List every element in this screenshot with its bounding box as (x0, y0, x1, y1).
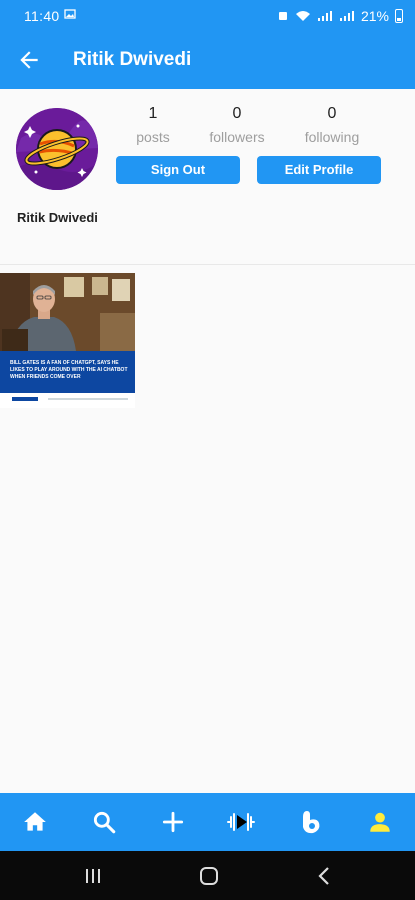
edit-profile-button[interactable]: Edit Profile (257, 156, 381, 184)
stat-followers[interactable]: 0 followers (192, 103, 282, 145)
nav-search[interactable] (89, 807, 119, 837)
alarm-icon (278, 12, 287, 20)
system-navigation-bar (0, 851, 415, 900)
signal-icon (317, 11, 332, 21)
post-source-line (48, 398, 128, 400)
followers-label: followers (209, 129, 265, 145)
add-icon (162, 811, 184, 833)
app-bar: Ritik Dwivedi (0, 32, 415, 89)
image-notification-icon (64, 9, 76, 19)
home-icon (24, 812, 46, 831)
posts-grid: BILL GATES IS A FAN OF CHATGPT, SAYS HE … (0, 273, 135, 408)
divider (0, 264, 415, 265)
planet-avatar-image (16, 108, 98, 190)
search-icon (93, 811, 116, 834)
battery-percent: 21% (360, 8, 389, 24)
post-caption: BILL GATES IS A FAN OF CHATGPT, SAYS HE … (0, 351, 135, 393)
nav-likes[interactable] (296, 807, 326, 837)
page-title: Ritik Dwivedi (73, 49, 192, 70)
profile-header: 1 posts 0 followers 0 following Sign Out… (0, 89, 415, 265)
back-arrow-icon[interactable] (16, 47, 42, 73)
post-photo (0, 273, 135, 351)
wifi-icon (295, 11, 310, 21)
nav-reels[interactable] (226, 807, 256, 837)
likes-icon (303, 811, 320, 834)
profile-icon (370, 812, 390, 832)
back-button-icon[interactable] (312, 863, 338, 889)
post-source-logo (12, 397, 38, 401)
status-time: 11:40 (24, 8, 60, 24)
sign-out-button[interactable]: Sign Out (116, 156, 240, 184)
followers-count: 0 (232, 105, 242, 122)
stat-posts[interactable]: 1 posts (108, 103, 198, 145)
bottom-navigation (0, 793, 415, 851)
posts-count: 1 (148, 105, 158, 122)
post-thumbnail[interactable]: BILL GATES IS A FAN OF CHATGPT, SAYS HE … (0, 273, 135, 408)
home-button-icon[interactable] (196, 863, 222, 889)
reels-icon (227, 813, 255, 831)
profile-username: Ritik Dwivedi (17, 210, 98, 225)
following-count: 0 (327, 105, 337, 122)
post-footer (0, 393, 135, 408)
posts-label: posts (136, 129, 170, 145)
notification-icons (64, 8, 76, 20)
nav-home[interactable] (20, 807, 50, 837)
following-label: following (304, 129, 360, 145)
status-right: 21% (277, 8, 403, 24)
nav-profile[interactable] (365, 807, 395, 837)
signal-icon-2 (339, 11, 354, 21)
nav-add[interactable] (158, 807, 188, 837)
battery-icon (395, 9, 403, 23)
recents-icon[interactable] (80, 863, 106, 889)
avatar[interactable] (16, 108, 98, 190)
status-bar: 11:40 21% (0, 0, 415, 32)
stat-following[interactable]: 0 following (287, 103, 377, 145)
